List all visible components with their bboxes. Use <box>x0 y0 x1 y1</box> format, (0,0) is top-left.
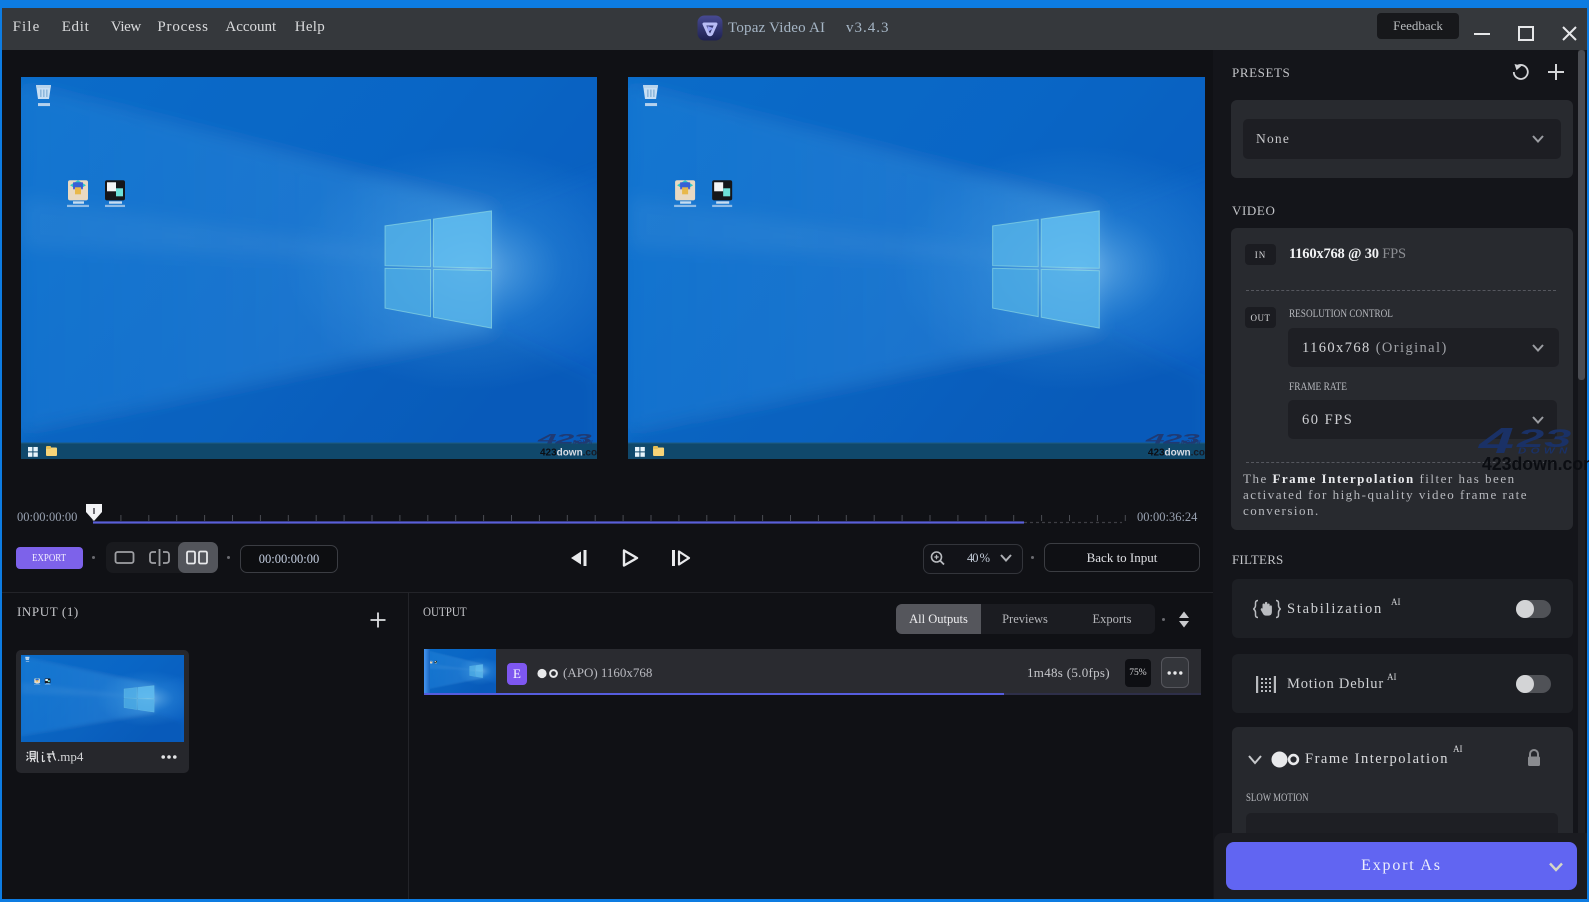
svg-text:423down.com: 423down.com <box>1482 454 1589 475</box>
